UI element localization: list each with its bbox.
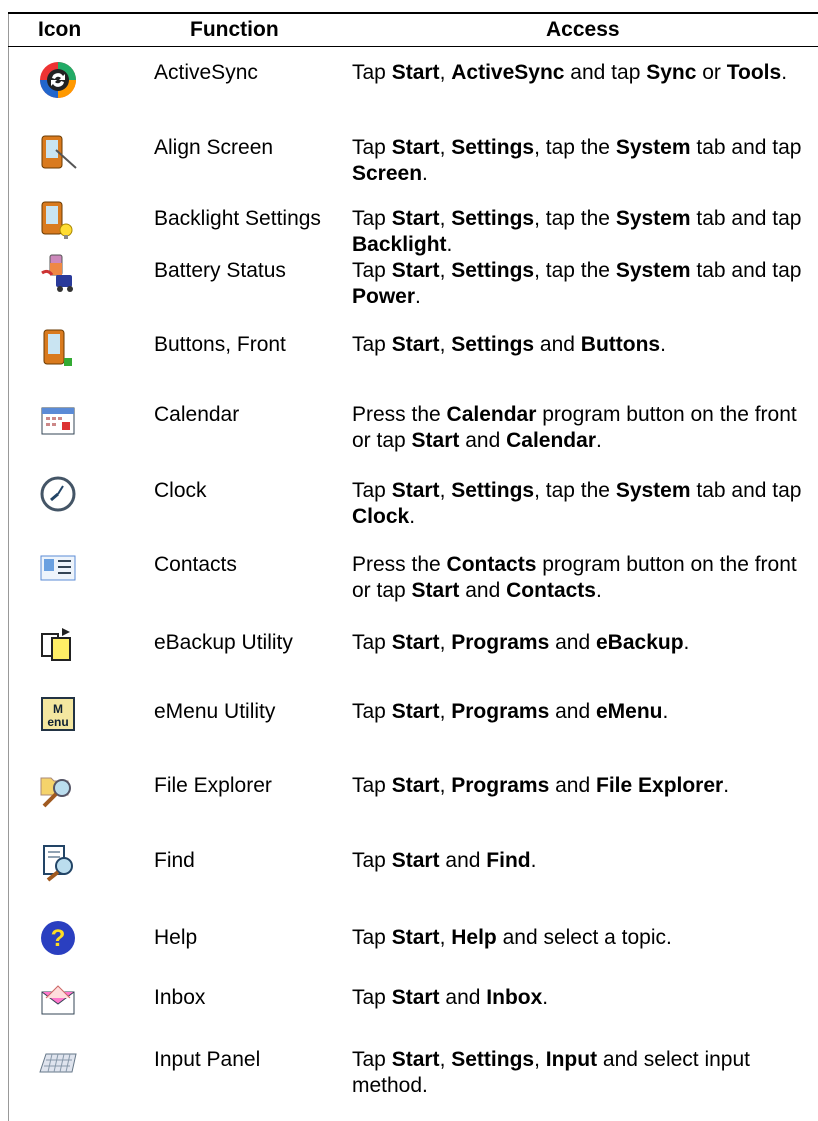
access-instructions: Tap Start, Settings, tap the System tab … <box>352 479 802 528</box>
function-name: Find <box>154 849 195 872</box>
calendar-icon <box>38 400 78 440</box>
header-icon: Icon <box>38 18 82 41</box>
svg-text:enu: enu <box>47 715 68 729</box>
header-function: Function <box>190 18 279 41</box>
access-instructions: Tap Start and Inbox. <box>352 986 549 1009</box>
svg-text:M: M <box>53 702 63 716</box>
file-explorer-icon <box>38 768 78 808</box>
buttons-icon <box>38 328 78 368</box>
access-instructions: Tap Start, Programs and eBackup. <box>352 631 690 654</box>
access-instructions: Tap Start and Find. <box>352 849 537 872</box>
find-icon <box>38 842 78 882</box>
clock-icon <box>38 474 78 514</box>
function-name: Align Screen <box>154 136 274 159</box>
ebackup-icon <box>38 624 78 664</box>
function-name: Help <box>154 926 198 949</box>
contacts-icon <box>38 548 78 588</box>
function-name: Calendar <box>154 403 240 426</box>
function-name: Input Panel <box>154 1048 261 1071</box>
access-instructions: Tap Start, Settings, tap the System tab … <box>352 207 802 256</box>
function-name: ActiveSync <box>154 61 258 84</box>
inbox-icon <box>38 980 78 1020</box>
function-name: Backlight Settings <box>154 207 321 230</box>
access-instructions: Tap Start, Help and select a topic. <box>352 926 672 949</box>
function-name: Buttons, Front <box>154 333 286 356</box>
table-left-border <box>8 12 9 1121</box>
access-instructions: Tap Start, Settings, tap the System tab … <box>352 136 802 185</box>
function-access-table: Icon Function Access ActiveSync Tap Start… <box>0 0 818 1121</box>
help-icon: ? <box>38 918 78 958</box>
header-access: Access <box>546 18 620 41</box>
function-name: Battery Status <box>154 259 286 282</box>
input-panel-icon <box>38 1042 78 1082</box>
access-instructions: Tap Start, ActiveSync and tap Sync or To… <box>352 61 788 84</box>
table-header-rule <box>8 46 818 47</box>
access-instructions: Tap Start, Settings, Input and select in… <box>352 1048 750 1097</box>
table-top-rule <box>8 12 818 14</box>
backlight-icon <box>38 200 78 240</box>
battery-icon <box>38 253 78 293</box>
function-name: Contacts <box>154 553 237 576</box>
access-instructions: Tap Start, Programs and eMenu. <box>352 700 669 723</box>
svg-text:?: ? <box>51 925 66 952</box>
access-instructions: Press the Contacts program button on the… <box>352 553 797 602</box>
function-name: File Explorer <box>154 774 272 797</box>
emenu-icon: Menu <box>38 694 78 734</box>
activesync-icon <box>38 60 78 100</box>
function-name: eMenu Utility <box>154 700 276 723</box>
function-name: eBackup Utility <box>154 631 293 654</box>
function-name: Clock <box>154 479 207 502</box>
access-instructions: Tap Start, Settings and Buttons. <box>352 333 666 356</box>
access-instructions: Tap Start, Programs and File Explorer. <box>352 774 730 797</box>
access-instructions: Tap Start, Settings, tap the System tab … <box>352 259 802 308</box>
access-instructions: Press the Calendar program button on the… <box>352 403 797 452</box>
function-name: Inbox <box>154 986 206 1009</box>
align-screen-icon <box>38 132 78 172</box>
